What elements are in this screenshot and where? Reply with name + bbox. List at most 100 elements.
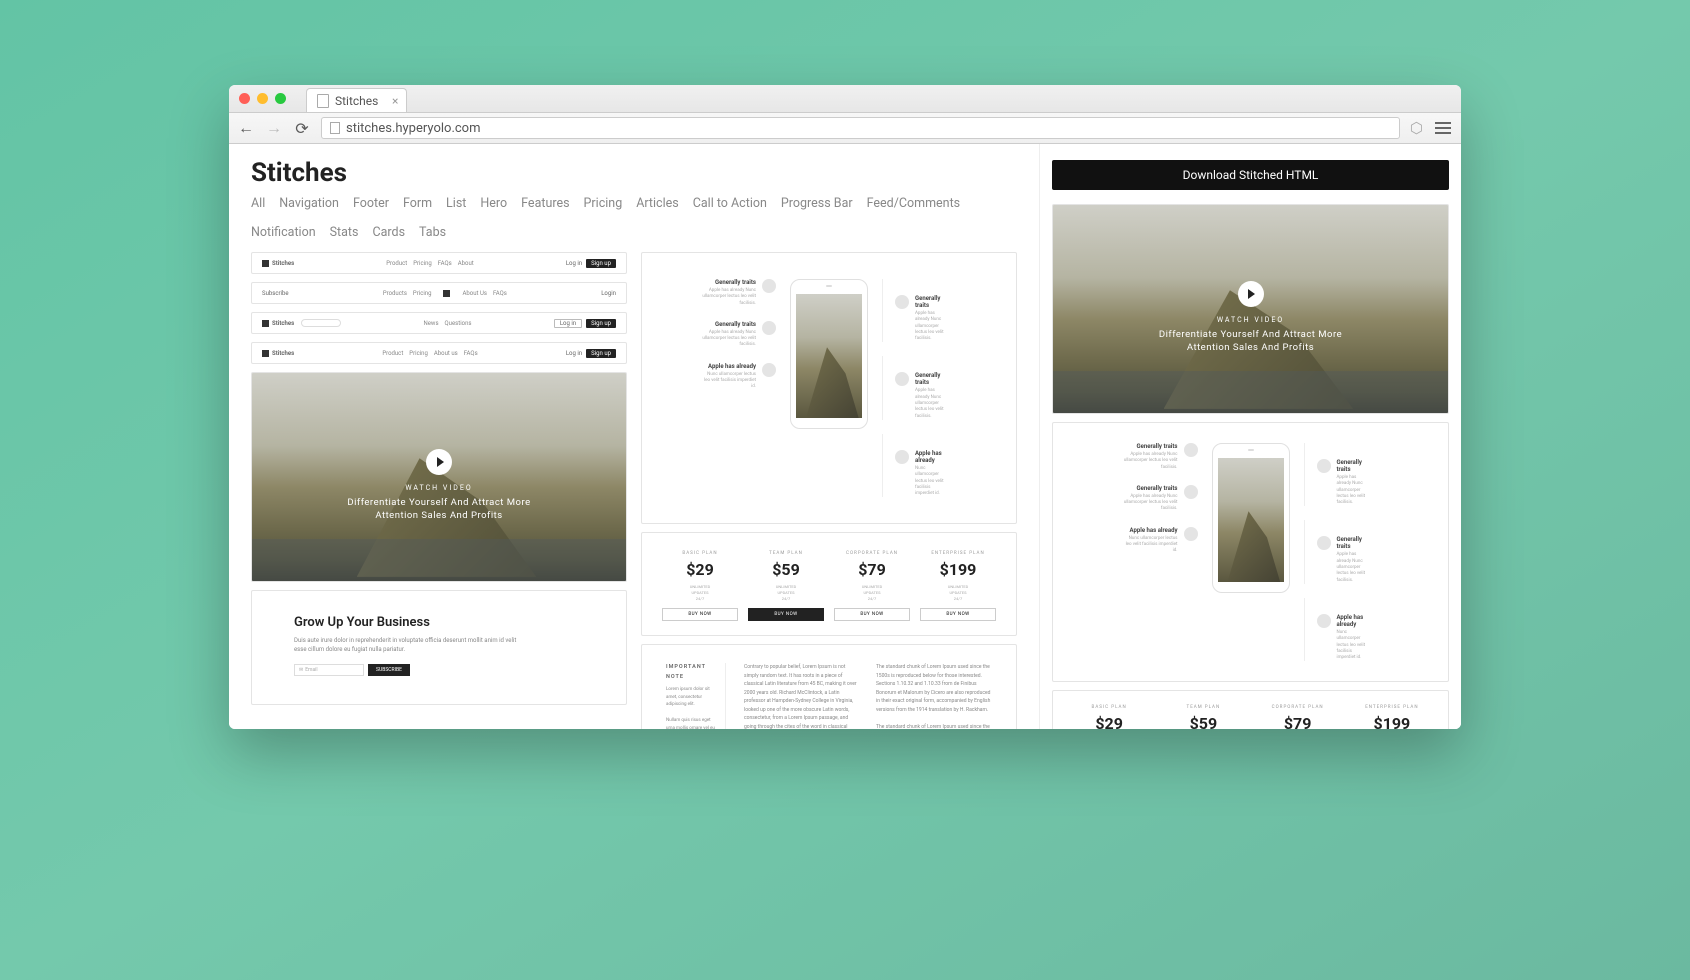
page-icon (317, 94, 329, 108)
category-feed-comments[interactable]: Feed/Comments (867, 196, 961, 211)
category-footer[interactable]: Footer (353, 196, 389, 211)
feature-icon (1184, 527, 1198, 541)
feature-icon (895, 295, 909, 309)
back-button[interactable]: ← (237, 118, 255, 138)
hero-text: WATCH VIDEO Differentiate Yourself And A… (1159, 316, 1342, 355)
cta-title: Grow Up Your Business (294, 615, 584, 630)
forward-button[interactable]: → (265, 118, 283, 138)
category-navigation[interactable]: Navigation (279, 196, 339, 211)
nav-buttons: ← → ⟳ (237, 118, 311, 138)
features-template[interactable]: Generally traitsApple has already Nunc u… (641, 252, 1017, 524)
phone-mockup (790, 279, 868, 429)
tab-title: Stitches (335, 94, 378, 108)
hero-template[interactable]: WATCH VIDEO Differentiate Yourself And A… (251, 372, 627, 582)
nav-template-4[interactable]: Stitches ProductPricingAbout usFAQs Log … (251, 342, 627, 364)
category-progress-bar[interactable]: Progress Bar (781, 196, 853, 211)
hamburger-menu-icon[interactable] (1433, 118, 1453, 138)
hero-overline: WATCH VIDEO Differentiate Yourself And A… (347, 484, 530, 523)
address-bar: ← → ⟳ stitches.hyperyolo.com ⬡ (229, 113, 1461, 144)
url-input[interactable]: stitches.hyperyolo.com (321, 117, 1400, 139)
category-cards[interactable]: Cards (372, 225, 405, 240)
hero-image (252, 373, 626, 581)
play-icon (426, 449, 452, 475)
hero-headline: Differentiate Yourself And Attract More … (347, 496, 530, 523)
maximize-window-button[interactable] (275, 93, 286, 104)
article-template[interactable]: IMPORTANT NOTE Lorem ipsum dolor sit ame… (641, 644, 1017, 729)
cta-template[interactable]: Grow Up Your Business Duis aute irure do… (251, 590, 627, 705)
category-articles[interactable]: Articles (636, 196, 679, 211)
page-content: Stitches All Navigation Footer Form List Hero… (229, 144, 1461, 729)
category-features[interactable]: Features (521, 196, 569, 211)
browser-titlebar: Stitches × (229, 85, 1461, 113)
category-notification[interactable]: Notification (251, 225, 316, 240)
pricing-template[interactable]: BASIC PLAN$29UNLIMITED UPDATES 24/7BUY N… (641, 532, 1017, 636)
feature-icon (1184, 485, 1198, 499)
article-col1: Contrary to popular belief, Lorem Ipsum … (744, 663, 860, 729)
preview-pricing[interactable]: BASIC PLAN$29UNLIMITED UPDATES 24/7BUY N… (1052, 690, 1449, 729)
overline-text: WATCH VIDEO (347, 484, 530, 492)
logo-text: Stitches (272, 350, 294, 357)
close-window-button[interactable] (239, 93, 250, 104)
article-side-p2: Nullam quis risus eget urna mollis ornar… (666, 717, 715, 729)
feature-icon (895, 372, 909, 386)
plan-enterprise-plan: ENTERPRISE PLAN$199UNLIMITED UPDATES 24/… (920, 551, 996, 621)
download-button[interactable]: Download Stitched HTML (1052, 160, 1449, 190)
category-filters: All Navigation Footer Form List Hero Features P… (251, 196, 1011, 240)
article-side-title: IMPORTANT NOTE (666, 663, 715, 682)
category-hero[interactable]: Hero (480, 196, 507, 211)
logo-text: Stitches (272, 320, 294, 327)
preview-panel: Download Stitched HTML WATCH VIDEO Diffe… (1039, 144, 1461, 729)
feature-icon (1317, 614, 1331, 628)
traffic-lights (239, 93, 286, 104)
url-text: stitches.hyperyolo.com (346, 121, 481, 136)
plan-basic-plan: BASIC PLAN$29UNLIMITED UPDATES 24/7BUY N… (1067, 705, 1151, 729)
features-right: Generally traitsApple has already Nunc u… (882, 279, 956, 497)
plan-enterprise-plan: ENTERPRISE PLAN$199UNLIMITED UPDATES 24/… (1350, 705, 1434, 729)
plan-team-plan: TEAM PLAN$59UNLIMITED UPDATES 24/7BUY NO… (748, 551, 824, 621)
phone-mockup (1212, 443, 1290, 593)
preview-stack: WATCH VIDEO Differentiate Yourself And A… (1052, 204, 1449, 729)
category-call-to-action[interactable]: Call to Action (693, 196, 767, 211)
hero-image (1053, 205, 1448, 413)
play-icon (1238, 281, 1264, 307)
plan-corporate-plan: CORPORATE PLAN$79UNLIMITED UPDATES 24/7B… (834, 551, 910, 621)
cta-desc: Duis aute irure dolor in reprehenderit i… (294, 636, 524, 654)
features-left: Generally traitsApple has already Nunc u… (702, 279, 776, 391)
preview-features[interactable]: Generally traitsApple has already Nunc u… (1052, 422, 1449, 682)
article-col2: The standard chunk of Lorem Ipsum used s… (876, 663, 992, 729)
nav-template-2[interactable]: Subscribe ProductsPricingAbout UsFAQs Lo… (251, 282, 627, 304)
preview-hero[interactable]: WATCH VIDEO Differentiate Yourself And A… (1052, 204, 1449, 414)
category-pricing[interactable]: Pricing (584, 196, 623, 211)
feature-icon (1317, 459, 1331, 473)
nav-template-1[interactable]: Stitches ProductPricingFAQsAbout Log inS… (251, 252, 627, 274)
article-side-p1: Lorem ipsum dolor sit amet, consectetur … (666, 686, 715, 709)
template-col-2: Generally traitsApple has already Nunc u… (641, 252, 1017, 729)
feature-icon (762, 363, 776, 377)
email-input: ✉ Email (294, 664, 364, 676)
template-columns: Stitches ProductPricingFAQsAbout Log inS… (251, 252, 1017, 729)
browser-tab[interactable]: Stitches × (306, 88, 407, 112)
feature-icon (1184, 443, 1198, 457)
minimize-window-button[interactable] (257, 93, 268, 104)
subscribe-btn: SUBSCRIBE (368, 664, 410, 676)
category-tabs[interactable]: Tabs (419, 225, 446, 240)
brand-title: Stitches (251, 158, 1017, 188)
nav-template-3[interactable]: Stitches NewsQuestions Log inSign up (251, 312, 627, 334)
logo-text: Stitches (272, 260, 294, 267)
feature-icon (762, 321, 776, 335)
close-tab-icon[interactable]: × (392, 94, 398, 108)
browser-window: Stitches × ← → ⟳ stitches.hyperyolo.com … (229, 85, 1461, 729)
template-library: Stitches All Navigation Footer Form List Hero… (229, 144, 1039, 729)
category-list[interactable]: List (446, 196, 466, 211)
category-all[interactable]: All (251, 196, 265, 211)
site-info-icon[interactable]: ⬡ (1410, 119, 1423, 137)
category-stats[interactable]: Stats (330, 225, 359, 240)
feature-icon (895, 450, 909, 464)
feature-icon (762, 279, 776, 293)
feature-icon (1317, 536, 1331, 550)
tab-strip: Stitches × (306, 85, 407, 112)
category-form[interactable]: Form (403, 196, 432, 211)
reload-button[interactable]: ⟳ (293, 119, 311, 138)
plan-team-plan: TEAM PLAN$59UNLIMITED UPDATES 24/7BUY NO… (1161, 705, 1245, 729)
template-col-1: Stitches ProductPricingFAQsAbout Log inS… (251, 252, 627, 729)
